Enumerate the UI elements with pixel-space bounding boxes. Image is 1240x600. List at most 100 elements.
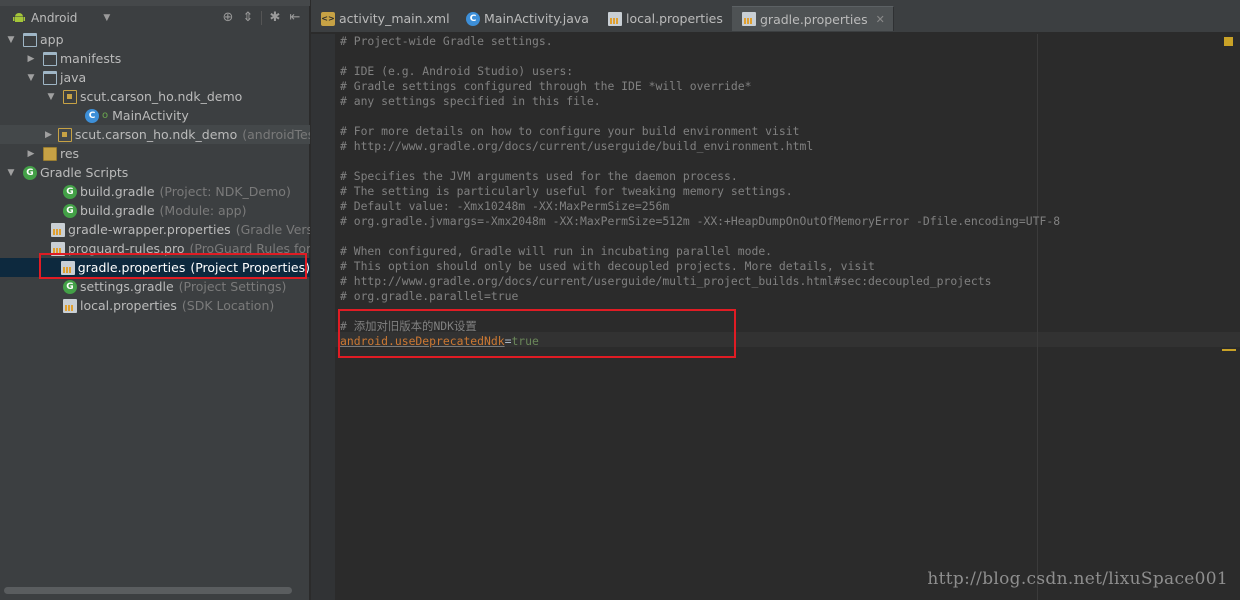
code-line: # Project-wide Gradle settings. bbox=[340, 34, 553, 48]
expand-right-icon[interactable]: ▶ bbox=[45, 130, 52, 140]
code-content[interactable]: # Project-wide Gradle settings. # IDE (e… bbox=[340, 34, 1060, 349]
expand-down-icon[interactable]: ▼ bbox=[5, 168, 17, 178]
gradle-icon: G bbox=[63, 184, 77, 199]
tab-label: MainActivity.java bbox=[484, 11, 589, 26]
close-icon[interactable]: ✕ bbox=[876, 13, 885, 26]
code-line: # This option should only be used with d… bbox=[340, 259, 875, 273]
tree-item-label: scut.carson_ho.ndk_demo bbox=[80, 89, 243, 104]
toolbar-separator bbox=[261, 11, 262, 25]
package-icon bbox=[57, 127, 72, 142]
annotation-box-code bbox=[338, 309, 736, 358]
expand-down-icon[interactable]: ▼ bbox=[45, 92, 57, 102]
error-stripe-marker[interactable] bbox=[1222, 349, 1236, 351]
xml-file-icon: <> bbox=[321, 11, 335, 26]
gradle-icon: G bbox=[63, 279, 77, 294]
tree-item[interactable]: local.properties (SDK Location) bbox=[0, 296, 310, 315]
tab-label: gradle.properties bbox=[760, 11, 868, 27]
tree-item[interactable]: ▶ res bbox=[0, 144, 310, 163]
gear-icon[interactable]: ✱ bbox=[268, 10, 282, 25]
editor-tab[interactable]: local.properties✕ bbox=[598, 6, 750, 31]
folder-icon bbox=[43, 51, 57, 66]
tree-item-label: scut.carson_ho.ndk_demo bbox=[74, 127, 238, 142]
editor-tab[interactable]: <>activity_main.xml✕ bbox=[311, 6, 476, 31]
editor-gutter bbox=[311, 34, 335, 600]
tree-item-hint: (Project Settings) bbox=[178, 279, 287, 294]
project-view-header: Android ▼ ⊕ ⇕ ✱ ⇤ bbox=[0, 6, 310, 30]
inspection-status-icon[interactable] bbox=[1224, 37, 1233, 46]
tree-item[interactable]: Gbuild.gradle (Project: NDK_Demo) bbox=[0, 182, 310, 201]
tree-item-label: settings.gradle bbox=[80, 279, 174, 294]
expand-right-icon[interactable]: ▶ bbox=[25, 149, 37, 159]
lock-icon: o bbox=[102, 110, 109, 121]
tree-item[interactable]: gradle-wrapper.properties (Gradle Version… bbox=[0, 220, 310, 239]
tree-item-label: java bbox=[60, 70, 87, 85]
tree-item-hint: (Gradle Version) bbox=[235, 222, 310, 237]
properties-icon bbox=[608, 11, 622, 26]
tree-item[interactable]: ▼ java bbox=[0, 68, 310, 87]
res-folder-icon bbox=[43, 146, 57, 161]
tree-item-label: app bbox=[40, 32, 64, 47]
properties-icon bbox=[742, 12, 756, 26]
code-line: # org.gradle.parallel=true bbox=[340, 289, 519, 303]
tree-item[interactable]: Gbuild.gradle (Module: app) bbox=[0, 201, 310, 220]
code-line: # When configured, Gradle will run in in… bbox=[340, 244, 773, 258]
code-line: # Default value: -Xmx10248m -XX:MaxPermS… bbox=[340, 199, 670, 213]
project-panel: Android ▼ ⊕ ⇕ ✱ ⇤ ▼ app ▶ manifests ▼ java ▼ sc… bbox=[0, 0, 310, 600]
tree-item[interactable]: ▶ manifests bbox=[0, 49, 310, 68]
editor-tab-bar: <>activity_main.xml✕CMainActivity.java✕l… bbox=[311, 0, 1240, 33]
folder-icon bbox=[43, 70, 57, 85]
properties-icon bbox=[63, 298, 77, 313]
tree-item-label: local.properties bbox=[80, 298, 177, 313]
expand-down-icon[interactable]: ▼ bbox=[5, 35, 17, 45]
tree-item[interactable]: Co MainActivity bbox=[0, 106, 310, 125]
horizontal-scrollbar[interactable] bbox=[4, 587, 292, 594]
tree-item-hint: (androidTest) bbox=[242, 127, 310, 142]
code-line: # The setting is particularly useful for… bbox=[340, 184, 793, 198]
expand-right-icon[interactable]: ▶ bbox=[25, 54, 37, 64]
tab-label: activity_main.xml bbox=[339, 11, 450, 26]
code-line: # Gradle settings configured through the… bbox=[340, 79, 752, 93]
tree-item-label: res bbox=[60, 146, 80, 161]
scroll-from-source-icon[interactable]: ⊕ bbox=[221, 10, 235, 25]
code-line: # http://www.gradle.org/docs/current/use… bbox=[340, 274, 992, 288]
tree-item-label: MainActivity bbox=[112, 108, 189, 123]
code-line: # http://www.gradle.org/docs/current/use… bbox=[340, 139, 814, 153]
code-line: # org.gradle.jvmargs=-Xmx2048m -XX:MaxPe… bbox=[340, 214, 1061, 228]
project-view-label: Android bbox=[31, 11, 78, 25]
code-line: # For more details on how to configure y… bbox=[340, 124, 800, 138]
chevron-down-icon: ▼ bbox=[103, 13, 111, 23]
class-icon: C bbox=[85, 108, 99, 123]
tree-item[interactable]: ▶ scut.carson_ho.ndk_demo (androidTest) bbox=[0, 125, 310, 144]
tree-item-label: manifests bbox=[60, 51, 122, 66]
tree-item[interactable]: ▼ app bbox=[0, 30, 310, 49]
tree-item-label: gradle-wrapper.properties bbox=[68, 222, 231, 237]
editor-tab[interactable]: CMainActivity.java✕ bbox=[456, 6, 616, 31]
code-line: # any settings specified in this file. bbox=[340, 94, 601, 108]
gradle-icon: G bbox=[23, 165, 37, 180]
tree-item[interactable]: ▼ G Gradle Scripts bbox=[0, 163, 310, 182]
project-view-selector[interactable]: Android ▼ bbox=[31, 11, 110, 25]
tree-item[interactable]: ▼ scut.carson_ho.ndk_demo bbox=[0, 87, 310, 106]
properties-icon bbox=[51, 222, 65, 237]
tree-item-label: build.gradle bbox=[80, 203, 155, 218]
editor-tab[interactable]: gradle.properties ✕ bbox=[732, 6, 894, 31]
tree-item-hint: (Module: app) bbox=[159, 203, 247, 218]
collapse-all-icon[interactable]: ⇕ bbox=[241, 10, 255, 25]
tree-item-label: Gradle Scripts bbox=[40, 165, 129, 180]
tree-item-hint: (SDK Location) bbox=[181, 298, 275, 313]
tree-item-label: build.gradle bbox=[80, 184, 155, 199]
class-icon: C bbox=[466, 11, 480, 26]
expand-down-icon[interactable]: ▼ bbox=[25, 73, 37, 83]
code-line: # IDE (e.g. Android Studio) users: bbox=[340, 64, 574, 78]
hide-panel-icon[interactable]: ⇤ bbox=[288, 10, 302, 25]
tree-item[interactable]: Gsettings.gradle (Project Settings) bbox=[0, 277, 310, 296]
watermark: http://blog.csdn.net/lixuSpace001 bbox=[927, 569, 1228, 589]
module-folder-icon bbox=[23, 32, 37, 47]
panel-toolbar: ⊕ ⇕ ✱ ⇤ bbox=[221, 10, 302, 25]
gradle-icon: G bbox=[63, 203, 77, 218]
tab-label: local.properties bbox=[626, 11, 723, 26]
